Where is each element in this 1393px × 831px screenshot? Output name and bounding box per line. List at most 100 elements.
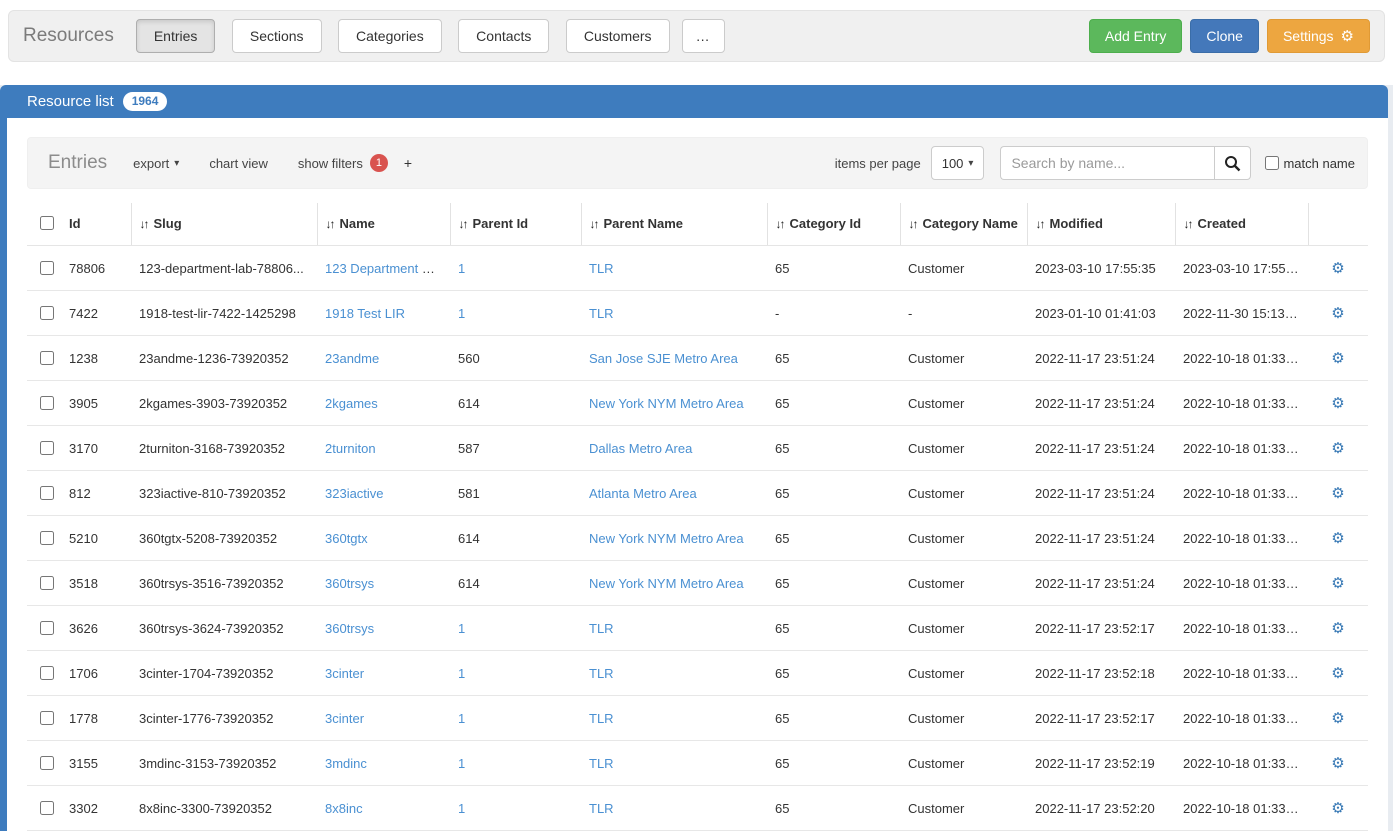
column-header-parent-name[interactable]: ↓↑Parent Name <box>581 203 767 246</box>
row-settings-gear-icon[interactable]: ⚙ <box>1331 530 1344 547</box>
row-settings-gear-icon[interactable]: ⚙ <box>1331 665 1344 682</box>
cell-parent-name-link[interactable]: New York NYM Metro Area <box>589 396 744 411</box>
cell-category-name: Customer <box>900 606 1027 651</box>
sort-icon[interactable]: ↓↑ <box>140 217 148 231</box>
cell-name-link[interactable]: 360trsys <box>325 621 374 636</box>
cell-parent-name-link[interactable]: TLR <box>589 801 614 816</box>
search-button[interactable] <box>1214 146 1251 180</box>
add-filter-button[interactable]: + <box>398 154 418 172</box>
select-all-checkbox[interactable] <box>40 216 54 230</box>
row-checkbox[interactable] <box>40 486 54 500</box>
row-settings-gear-icon[interactable]: ⚙ <box>1331 755 1344 772</box>
tab-contacts[interactable]: Contacts <box>458 19 549 53</box>
column-header-name[interactable]: ↓↑Name <box>317 203 450 246</box>
tab-categories[interactable]: Categories <box>338 19 442 53</box>
row-settings-gear-icon[interactable]: ⚙ <box>1331 440 1344 457</box>
row-checkbox[interactable] <box>40 396 54 410</box>
cell-parent-name-link[interactable]: Atlanta Metro Area <box>589 486 697 501</box>
clone-button[interactable]: Clone <box>1190 19 1259 53</box>
cell-parent-name-link[interactable]: TLR <box>589 306 614 321</box>
search-input[interactable] <box>1000 146 1214 180</box>
cell-category-name: Customer <box>900 516 1027 561</box>
settings-button[interactable]: Settings ⚙ <box>1267 19 1370 53</box>
cell-name-link[interactable]: 323iactive <box>325 486 384 501</box>
cell-name-link[interactable]: 1918 Test LIR <box>325 306 405 321</box>
cell-modified: 2022-11-17 23:51:24 <box>1027 426 1175 471</box>
row-checkbox[interactable] <box>40 531 54 545</box>
cell-parent-name-link[interactable]: TLR <box>589 711 614 726</box>
chart-view-link[interactable]: chart view <box>209 156 268 171</box>
row-checkbox[interactable] <box>40 351 54 365</box>
cell-parent-name-link[interactable]: TLR <box>589 666 614 681</box>
cell-name-link[interactable]: 360tgtx <box>325 531 368 546</box>
cell-parent-id: 587 <box>458 441 480 456</box>
cell-parent-name-link[interactable]: San Jose SJE Metro Area <box>589 351 738 366</box>
tab-sections[interactable]: Sections <box>232 19 322 53</box>
cell-parent-name-link[interactable]: New York NYM Metro Area <box>589 531 744 546</box>
row-checkbox[interactable] <box>40 756 54 770</box>
row-settings-gear-icon[interactable]: ⚙ <box>1331 395 1344 412</box>
match-name-input[interactable] <box>1265 156 1279 170</box>
sort-icon[interactable]: ↓↑ <box>1036 217 1044 231</box>
more-tabs-button[interactable]: … <box>682 19 725 53</box>
cell-name-link[interactable]: 3mdinc <box>325 756 367 771</box>
column-header-category-id[interactable]: ↓↑Category Id <box>767 203 900 246</box>
row-settings-gear-icon[interactable]: ⚙ <box>1331 575 1344 592</box>
cell-name-link[interactable]: 2turniton <box>325 441 376 456</box>
column-header-modified[interactable]: ↓↑Modified <box>1027 203 1175 246</box>
sort-icon[interactable]: ↓↑ <box>326 217 334 231</box>
count-badge: 1964 <box>123 92 168 112</box>
cell-id: 1778 <box>61 696 131 741</box>
row-checkbox[interactable] <box>40 801 54 815</box>
cell-parent-name-link[interactable]: TLR <box>589 756 614 771</box>
row-settings-gear-icon[interactable]: ⚙ <box>1331 620 1344 637</box>
cell-name-link[interactable]: 360trsys <box>325 576 374 591</box>
row-checkbox[interactable] <box>40 441 54 455</box>
cell-name-link[interactable]: 3cinter <box>325 711 364 726</box>
row-checkbox[interactable] <box>40 306 54 320</box>
column-header-category-name[interactable]: ↓↑Category Name <box>900 203 1027 246</box>
row-checkbox[interactable] <box>40 261 54 275</box>
row-checkbox[interactable] <box>40 576 54 590</box>
column-header-parent-id[interactable]: ↓↑Parent Id <box>450 203 581 246</box>
add-entry-button[interactable]: Add Entry <box>1089 19 1182 53</box>
cell-name-link[interactable]: 8x8inc <box>325 801 363 816</box>
cell-created: 2022-10-18 01:33:39 <box>1175 561 1308 606</box>
items-per-page-select[interactable]: 100 ▾ <box>931 146 985 180</box>
sort-icon[interactable]: ↓↑ <box>776 217 784 231</box>
row-settings-gear-icon[interactable]: ⚙ <box>1331 260 1344 277</box>
sort-icon[interactable]: ↓↑ <box>590 217 598 231</box>
cell-parent-name-link[interactable]: TLR <box>589 621 614 636</box>
row-settings-gear-icon[interactable]: ⚙ <box>1331 305 1344 322</box>
cell-parent-name-link[interactable]: TLR <box>589 261 614 276</box>
sort-icon[interactable]: ↓↑ <box>1184 217 1192 231</box>
row-settings-gear-icon[interactable]: ⚙ <box>1331 800 1344 817</box>
table-row: 1706 3cinter-1704-73920352 3cinter 1 TLR… <box>27 651 1368 696</box>
row-settings-gear-icon[interactable]: ⚙ <box>1331 710 1344 727</box>
cell-name-link[interactable]: 23andme <box>325 351 379 366</box>
row-settings-gear-icon[interactable]: ⚙ <box>1331 350 1344 367</box>
column-header-slug[interactable]: ↓↑Slug <box>131 203 317 246</box>
cell-parent-name-link[interactable]: New York NYM Metro Area <box>589 576 744 591</box>
cell-modified: 2023-01-10 01:41:03 <box>1027 291 1175 336</box>
cell-parent-name-link[interactable]: Dallas Metro Area <box>589 441 692 456</box>
column-header-created[interactable]: ↓↑Created <box>1175 203 1308 246</box>
row-checkbox[interactable] <box>40 711 54 725</box>
tab-customers[interactable]: Customers <box>566 19 670 53</box>
export-dropdown[interactable]: export ▾ <box>133 156 179 171</box>
sort-icon[interactable]: ↓↑ <box>909 217 917 231</box>
row-checkbox[interactable] <box>40 621 54 635</box>
tab-entries[interactable]: Entries <box>136 19 216 53</box>
cell-name-link[interactable]: 123 Department Lab <box>325 261 444 276</box>
column-header-id[interactable]: Id <box>61 203 131 246</box>
chevron-down-icon: ▾ <box>968 158 973 169</box>
items-per-page-label: items per page <box>835 156 921 171</box>
match-name-checkbox[interactable]: match name <box>1265 156 1355 171</box>
cell-name-link[interactable]: 3cinter <box>325 666 364 681</box>
cell-name-link[interactable]: 2kgames <box>325 396 378 411</box>
show-filters-link[interactable]: show filters 1 <box>298 154 388 172</box>
sort-icon[interactable]: ↓↑ <box>459 217 467 231</box>
cell-category-name: Customer <box>900 651 1027 696</box>
row-checkbox[interactable] <box>40 666 54 680</box>
row-settings-gear-icon[interactable]: ⚙ <box>1331 485 1344 502</box>
